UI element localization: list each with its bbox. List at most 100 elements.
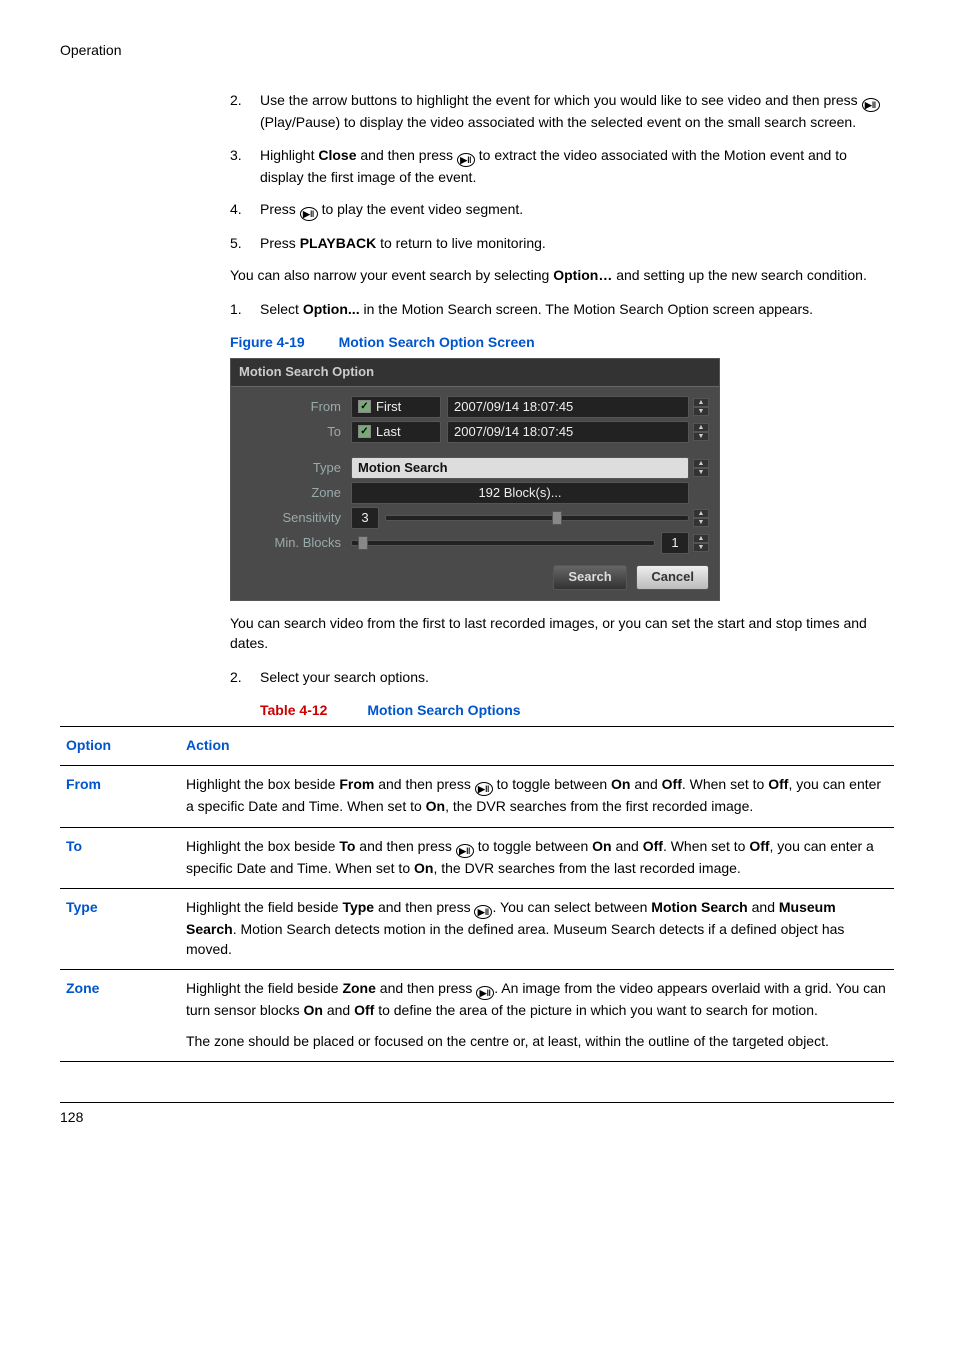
bold: On [414, 860, 433, 876]
play-pause-icon: ▶ǁ [457, 153, 475, 167]
option-action: Highlight the box beside To and then pre… [180, 827, 894, 888]
from-check-field[interactable]: ✓ First [351, 396, 441, 418]
table-row: Type Highlight the field beside Type and… [60, 888, 894, 970]
step-number: 1. [230, 299, 260, 319]
play-pause-icon: ▶ǁ [475, 782, 493, 796]
text: Motion Search [358, 459, 448, 478]
options-table: Option Action From Highlight the box bes… [60, 726, 894, 1062]
table-title: Motion Search Options [367, 702, 520, 718]
text: Highlight the box beside [186, 838, 339, 854]
zone-subtext: The zone should be placed or focused on … [186, 1031, 888, 1051]
step-number: 3. [230, 145, 260, 187]
text: to toggle between [474, 838, 592, 854]
step-5: 5. Press PLAYBACK to return to live moni… [60, 233, 894, 253]
option-action: Highlight the field beside Zone and then… [180, 970, 894, 1062]
to-check-field[interactable]: ✓ Last [351, 421, 441, 443]
from-date-field[interactable]: 2007/09/14 18:07:45 [447, 396, 689, 418]
text: 1 [671, 534, 678, 553]
dialog-title: Motion Search Option [231, 359, 719, 387]
table-caption: Table 4-12 Motion Search Options [60, 700, 894, 720]
motion-search-option-dialog: Motion Search Option From ✓ First 2007/0… [230, 358, 720, 601]
step-text: Select your search options. [260, 667, 894, 687]
text: and then press [374, 899, 474, 915]
bold: Zone [342, 980, 375, 996]
bold: Off [768, 776, 788, 792]
play-pause-icon: ▶ǁ [300, 207, 318, 221]
bold: On [304, 1002, 323, 1018]
play-pause-icon: ▶ǁ [474, 905, 492, 919]
spinner-icon[interactable]: ▲▼ [693, 398, 709, 416]
text: . When set to [682, 776, 768, 792]
sensitivity-row: Sensitivity 3 ▲▼ [241, 507, 709, 529]
text: in the Motion Search screen. The Motion … [363, 301, 813, 317]
check-icon: ✓ [358, 400, 371, 413]
check-icon: ✓ [358, 425, 371, 438]
text: (Play/Pause) to display the video associ… [260, 114, 856, 130]
step-number: 2. [230, 667, 260, 687]
figure-caption: Figure 4-19 Motion Search Option Screen [60, 332, 894, 352]
bold: On [611, 776, 630, 792]
text: . When set to [663, 838, 749, 854]
option-name: To [60, 827, 180, 888]
text: to define the area of the picture in whi… [374, 1002, 818, 1018]
text: and [323, 1002, 354, 1018]
bold: Motion Search [651, 899, 747, 915]
search-button[interactable]: Search [553, 565, 626, 590]
sensitivity-field[interactable]: 3 [351, 507, 379, 529]
text: and setting up the new search condition. [616, 267, 867, 283]
text: 192 Block(s)... [478, 484, 561, 503]
text: 2007/09/14 18:07:45 [454, 398, 573, 417]
to-date-field[interactable]: 2007/09/14 18:07:45 [447, 421, 689, 443]
cancel-button[interactable]: Cancel [636, 565, 709, 590]
bold: Off [749, 838, 769, 854]
text: You can also narrow your event search by… [230, 267, 553, 283]
text: Highlight [260, 147, 318, 163]
text: Highlight the field beside [186, 899, 342, 915]
text: Press [260, 201, 300, 217]
step-number: 2. [230, 90, 260, 132]
step-text: Highlight Close and then press ▶ǁ to ext… [260, 145, 894, 187]
step-text: Press PLAYBACK to return to live monitor… [260, 233, 894, 253]
text: to return to live monitoring. [380, 235, 546, 251]
bold: PLAYBACK [300, 235, 377, 251]
table-row: From Highlight the box beside From and t… [60, 766, 894, 827]
bold: On [426, 798, 445, 814]
dialog-buttons: Search Cancel [241, 557, 709, 590]
zone-label: Zone [241, 484, 351, 503]
spinner-icon[interactable]: ▲▼ [693, 534, 709, 552]
step-2: 2. Use the arrow buttons to highlight th… [60, 90, 894, 132]
text: and then press [360, 147, 457, 163]
spinner-icon[interactable]: ▲▼ [693, 459, 709, 477]
text: Highlight the box beside [186, 776, 339, 792]
text: and then press [374, 776, 474, 792]
spinner-icon[interactable]: ▲▼ [693, 423, 709, 441]
step-text: Press ▶ǁ to play the event video segment… [260, 199, 894, 221]
text: First [376, 398, 401, 417]
text: and [748, 899, 779, 915]
from-label: From [241, 398, 351, 417]
sensitivity-slider[interactable] [385, 515, 689, 521]
bold: Type [342, 899, 374, 915]
spinner-icon[interactable]: ▲▼ [693, 509, 709, 527]
col-option-header: Option [60, 726, 180, 765]
to-label: To [241, 423, 351, 442]
type-row: Type Motion Search ▲▼ [241, 457, 709, 479]
page-number: 128 [60, 1102, 894, 1127]
option-action: Highlight the box beside From and then p… [180, 766, 894, 827]
text: Press [260, 235, 300, 251]
text: Last [376, 423, 401, 442]
text: and then press [355, 838, 455, 854]
bold: On [592, 838, 611, 854]
type-field[interactable]: Motion Search [351, 457, 689, 479]
text: Highlight the field beside [186, 980, 342, 996]
play-pause-icon: ▶ǁ [456, 844, 474, 858]
minblocks-slider[interactable] [351, 540, 655, 546]
minblocks-field[interactable]: 1 [661, 532, 689, 554]
section-header: Operation [60, 40, 894, 60]
zone-row: Zone 192 Block(s)... ▲▼ [241, 482, 709, 504]
zone-field[interactable]: 192 Block(s)... [351, 482, 689, 504]
step-text: Select Option... in the Motion Search sc… [260, 299, 894, 319]
bold: To [339, 838, 355, 854]
bold: Off [643, 838, 663, 854]
text: and [631, 776, 662, 792]
